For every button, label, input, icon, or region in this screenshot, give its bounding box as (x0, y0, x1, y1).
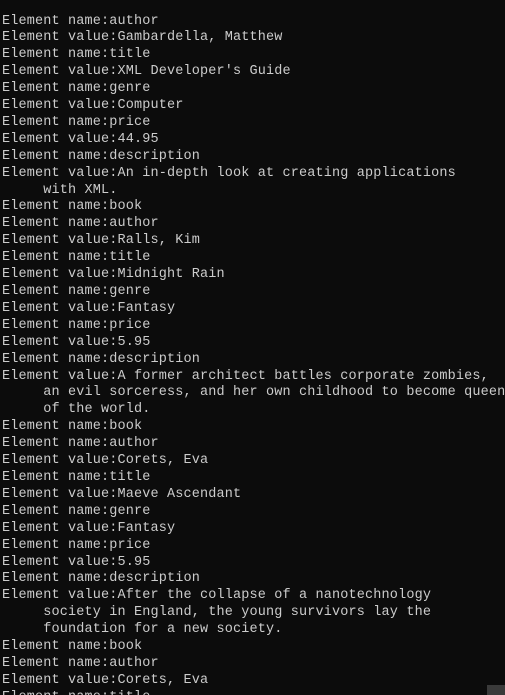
console-line: Element value:Corets, Eva (2, 453, 503, 470)
console-line: Element value:5.95 (2, 555, 503, 572)
console-line: Element value:5.95 (2, 335, 503, 352)
console-line: Element value:44.95 (2, 132, 503, 149)
console-line: Element name:book (2, 419, 503, 436)
console-line: Element name:description (2, 352, 503, 369)
console-line: Element name:book (2, 199, 503, 216)
console-line: an evil sorceress, and her own childhood… (2, 385, 503, 402)
console-line: Element value:After the collapse of a na… (2, 588, 503, 605)
console-line: Element name:title (2, 690, 503, 695)
console-line: Element value:Computer (2, 98, 503, 115)
console-line: Element value:Corets, Eva (2, 673, 503, 690)
console-line: Element name:book (2, 639, 503, 656)
console-line: Element name:author (2, 436, 503, 453)
console-line: Element name:title (2, 47, 503, 64)
console-line: Element name:author (2, 656, 503, 673)
console-line: Element value:Gambardella, Matthew (2, 30, 503, 47)
console-line: Element name:description (2, 571, 503, 588)
console-line: Element value:An in-depth look at creati… (2, 166, 503, 183)
console-line: Element value:Midnight Rain (2, 267, 503, 284)
console-line: Element value:Ralls, Kim (2, 233, 503, 250)
console-line: Element value:Maeve Ascendant (2, 487, 503, 504)
resize-grip[interactable] (487, 685, 505, 695)
console-line: foundation for a new society. (2, 622, 503, 639)
console-line: Element name:description (2, 149, 503, 166)
console-line: Element name:price (2, 115, 503, 132)
console-line: Element name:title (2, 250, 503, 267)
console-line: Element name:genre (2, 284, 503, 301)
console-line: Element name:author (2, 216, 503, 233)
console-line: Element name:price (2, 538, 503, 555)
console-line: Element name:price (2, 318, 503, 335)
console-output: Element name:authorElement value:Gambard… (0, 14, 505, 695)
console-line: of the world. (2, 402, 503, 419)
console-line: with XML. (2, 183, 503, 200)
console-line: Element name:genre (2, 81, 503, 98)
console-line: Element value:XML Developer's Guide (2, 64, 503, 81)
console-line: Element value:A former architect battles… (2, 369, 503, 386)
console-line: Element name:genre (2, 504, 503, 521)
console-line: society in England, the young survivors … (2, 605, 503, 622)
console-line: Element value:Fantasy (2, 301, 503, 318)
console-line: Element name:author (2, 14, 503, 31)
console-line: Element name:title (2, 470, 503, 487)
console-line: Element value:Fantasy (2, 521, 503, 538)
